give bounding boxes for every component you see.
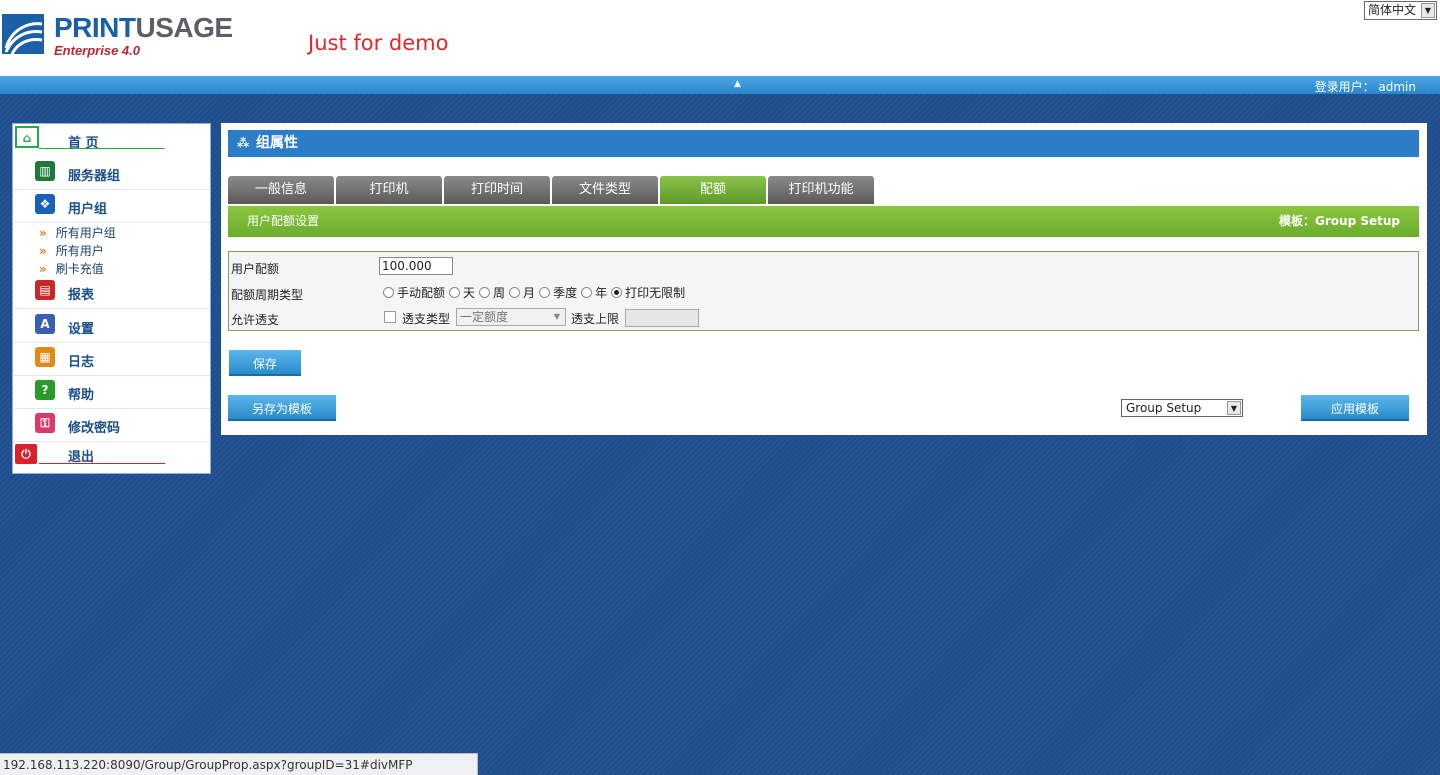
server-group-icon: ▥ — [35, 161, 55, 181]
logo-edition: Enterprise 4.0 — [54, 43, 140, 58]
allow-overdraft-label: 允许透支 — [231, 313, 280, 327]
sidebar-item-label: 日志 — [68, 355, 95, 370]
overdraft-type-select[interactable]: 一定额度 ▼ — [456, 308, 566, 326]
sidebar-item-label: 用户组 — [68, 202, 108, 217]
template-indicator: 模板：Group Setup — [1279, 214, 1400, 228]
radio-day[interactable]: 天 — [449, 284, 475, 301]
sidebar-item-change-password[interactable]: ⚿ 修改密码 — [13, 409, 210, 442]
section-header: 用户配额设置 模板：Group Setup — [228, 206, 1419, 237]
double-chevron-icon: » — [39, 244, 47, 258]
login-user: 登录用户： admin — [1314, 80, 1416, 94]
radio-manual-quota[interactable]: 手动配额 — [383, 284, 445, 301]
language-select-value: 简体中文 — [1368, 3, 1417, 17]
settings-icon: A — [35, 314, 55, 334]
language-select[interactable]: 简体中文 ▼ — [1364, 1, 1437, 20]
tab-quota[interactable]: 配额 — [660, 176, 770, 204]
radio-dot — [479, 286, 491, 298]
top-bar: ▲ 登录用户： admin — [0, 76, 1440, 94]
sidebar-subitem-card-recharge[interactable]: » 刷卡充值 — [39, 260, 104, 277]
chevron-down-icon: ▼ — [1227, 401, 1241, 415]
divider — [13, 308, 210, 309]
tab-print-time[interactable]: 打印时间 — [444, 176, 554, 204]
quota-period-radio-group: 手动配额 天 周 月 季度 年 打印无限制 — [383, 282, 689, 302]
sidebar-item-label: 服务器组 — [68, 169, 121, 184]
sidebar-item-log[interactable]: ▦ 日志 — [13, 343, 210, 376]
radio-quarter[interactable]: 季度 — [539, 284, 577, 301]
sidebar-item-label: 帮助 — [68, 388, 95, 403]
browser-status-bar: 192.168.113.220:8090/Group/GroupProp.asp… — [0, 753, 478, 775]
collapse-header-icon[interactable]: ▲ — [734, 79, 741, 89]
radio-unlimited-printing[interactable]: 打印无限制 — [611, 284, 685, 301]
template-select[interactable]: Group Setup ▼ — [1121, 399, 1243, 417]
radio-year[interactable]: 年 — [581, 284, 607, 301]
sidebar-item-server-group[interactable]: ▥ 服务器组 — [13, 157, 210, 190]
page-title: 组属性 — [256, 135, 298, 151]
chevron-down-icon: ▼ — [553, 312, 561, 321]
demo-banner-text: Just for demo — [308, 31, 449, 55]
sidebar-item-settings[interactable]: A 设置 — [13, 310, 210, 343]
sidebar-item-user-group[interactable]: ❖ 用户组 — [13, 190, 210, 223]
quota-form: 用户配额 100.000 配额周期类型 手动配额 天 周 月 季度 年 打印无限… — [228, 251, 1419, 331]
quota-label: 用户配额 — [231, 262, 280, 276]
logo-swoosh-icon — [2, 14, 44, 54]
key-icon: ⚿ — [35, 413, 55, 433]
home-icon: ⌂ — [15, 126, 39, 148]
radio-dot — [449, 286, 461, 298]
chevron-down-icon: ▼ — [1421, 3, 1435, 18]
overdraft-limit-input[interactable] — [625, 309, 699, 327]
tab-file-type[interactable]: 文件类型 — [552, 176, 662, 204]
radio-dot-checked — [611, 286, 623, 298]
header: PRINTUSAGE Enterprise 4.0 Just for demo … — [0, 0, 1440, 76]
sidebar-subitem-all-user-groups[interactable]: » 所有用户组 — [39, 224, 116, 241]
sidebar: ⌂ 首 页 ▥ 服务器组 ❖ 用户组 » 所有用户组 » 所有用户 » 刷卡充值 ▤ … — [12, 123, 211, 474]
double-chevron-icon: » — [39, 226, 47, 240]
sidebar-item-help[interactable]: ? 帮助 — [13, 376, 210, 409]
overdraft-type-label: 透支类型 — [402, 312, 451, 326]
allow-overdraft-checkbox[interactable] — [384, 311, 396, 323]
sidebar-item-label: 设置 — [68, 322, 95, 337]
radio-dot — [383, 286, 394, 298]
help-icon: ? — [35, 380, 55, 400]
radio-dot — [539, 286, 551, 298]
logout-icon: ⏻ — [15, 444, 37, 464]
quota-period-label: 配额周期类型 — [231, 288, 304, 302]
quota-input[interactable]: 100.000 — [379, 257, 453, 275]
overdraft-limit-label: 透支上限 — [571, 312, 620, 326]
radio-month[interactable]: 月 — [509, 284, 535, 301]
tab-printer[interactable]: 打印机 — [336, 176, 446, 204]
sidebar-item-logout[interactable]: ⏻ 退出 — [13, 440, 210, 473]
logo-wordmark: PRINTUSAGE — [54, 12, 233, 43]
printusage-logo: PRINTUSAGE Enterprise 4.0 — [2, 12, 242, 62]
radio-week[interactable]: 周 — [479, 284, 505, 301]
sidebar-item-home[interactable]: ⌂ 首 页 — [13, 124, 210, 157]
report-icon: ▤ — [35, 280, 55, 300]
sidebar-item-label: 报表 — [68, 288, 95, 303]
home-underline — [39, 148, 165, 149]
apply-template-button[interactable]: 应用模板 — [1301, 395, 1409, 421]
divider — [13, 222, 210, 223]
sidebar-item-report[interactable]: ▤ 报表 — [13, 276, 210, 309]
user-group-icon: ❖ — [35, 194, 55, 214]
section-title: 用户配额设置 — [247, 214, 320, 228]
page-title-bar: ⁂ 组属性 — [228, 130, 1419, 157]
group-properties-panel: ⁂ 组属性 一般信息 打印机 打印时间 文件类型 配额 打印机功能 用户配额设置… — [221, 123, 1427, 435]
save-as-template-button[interactable]: 另存为模板 — [228, 395, 336, 421]
logout-underline — [39, 463, 165, 464]
sidebar-item-label: 修改密码 — [68, 421, 121, 436]
save-button[interactable]: 保存 — [229, 350, 301, 376]
org-chart-icon: ⁂ — [237, 136, 250, 150]
radio-dot — [509, 286, 521, 298]
double-chevron-icon: » — [39, 262, 47, 276]
log-icon: ▦ — [35, 347, 55, 367]
sidebar-subitem-all-users[interactable]: » 所有用户 — [39, 242, 104, 259]
tab-general-info[interactable]: 一般信息 — [228, 176, 338, 204]
tab-printer-features[interactable]: 打印机功能 — [768, 176, 878, 204]
radio-dot — [581, 286, 593, 298]
